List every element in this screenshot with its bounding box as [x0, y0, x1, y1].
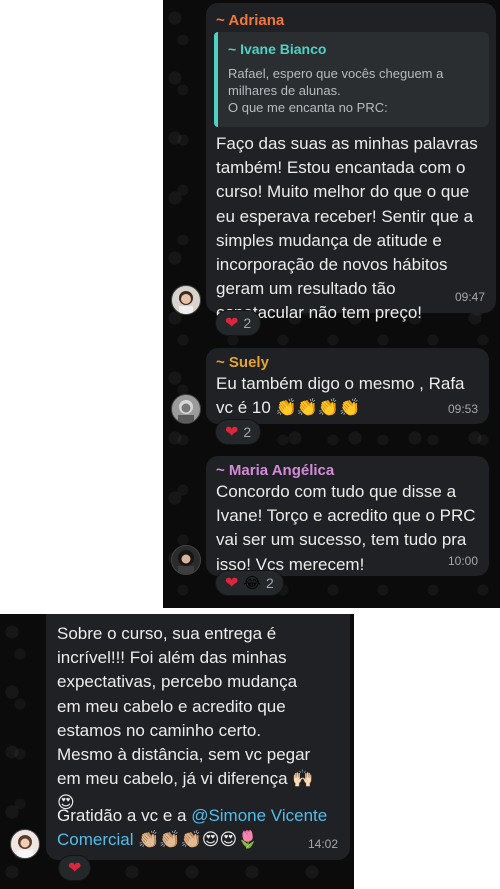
message-time: 09:53 — [447, 402, 478, 416]
heart-icon: ❤ — [225, 315, 239, 332]
message-bubble-adriana[interactable]: ~ Adriana ~ Ivane Bianco Rafael, espero … — [206, 3, 496, 322]
message-time: 10:00 — [447, 554, 478, 568]
reactions-pill[interactable]: ❤ 2 — [215, 419, 262, 445]
chat-panel-bottom: Sobre o curso, sua entrega é incrível!!!… — [0, 614, 354, 889]
avatar-suely[interactable] — [171, 394, 201, 424]
heart-icon: ❤ — [225, 424, 239, 441]
quote-text: Rafael, espero que vocês cheguem a milha… — [228, 66, 444, 115]
laughing-face-icon: 😂 — [243, 575, 261, 592]
chat-panel-top: ~ Adriana ~ Ivane Bianco Rafael, espero … — [163, 0, 500, 608]
quote-author: ~ Ivane Bianco — [228, 41, 327, 57]
mention-link-continued[interactable]: Comercial — [57, 830, 134, 849]
message-bubble-maria-angelica[interactable]: ~ Maria Angélica Concordo com tudo que d… — [206, 456, 489, 576]
sender-name[interactable]: ~ Maria Angélica — [216, 462, 334, 479]
avatar-maria-angelica[interactable] — [171, 545, 201, 575]
message-text: Concordo com tudo que disse a Ivane! Tor… — [216, 482, 476, 574]
reaction-count: 2 — [265, 575, 274, 591]
message-time: 09:47 — [454, 290, 485, 304]
message-bubble-suely[interactable]: ~ Suely Eu também digo o mesmo , Rafa vc… — [206, 348, 489, 424]
avatar-adriana[interactable] — [171, 285, 201, 315]
mention-link[interactable]: @Simone Vicente — [191, 806, 327, 825]
reaction-count: 2 — [243, 315, 252, 331]
message-text: Eu também digo o mesmo , Rafa vc é 10 👏👏… — [216, 374, 465, 418]
message-bubble-continued[interactable]: Sobre o curso, sua entrega é incrível!!!… — [46, 614, 350, 860]
trailing-emoji: 👏🏼👏🏼👏🏼😍😍🌷 — [133, 830, 259, 850]
message-text-prefix: Gratidão a vc e a — [57, 806, 192, 825]
avatar-sender[interactable] — [10, 829, 40, 859]
reactions-pill[interactable]: ❤ 2 — [215, 310, 262, 336]
message-time: 14:02 — [307, 837, 338, 851]
message-text: Sobre o curso, sua entrega é incrível!!!… — [57, 624, 314, 813]
reaction-count: 2 — [243, 424, 252, 440]
quoted-message[interactable]: ~ Ivane Bianco Rafael, espero que vocês … — [214, 32, 489, 127]
heart-icon: ❤ — [68, 860, 82, 877]
sender-name[interactable]: ~ Suely — [216, 354, 269, 371]
sender-name[interactable]: ~ Adriana — [216, 12, 284, 29]
reactions-pill[interactable]: ❤ 😂 2 — [215, 570, 284, 596]
message-text-with-mention: Gratidão a vc e a @Simone Vicente Comerc… — [57, 804, 347, 852]
reactions-pill[interactable]: ❤ — [58, 855, 92, 881]
quote-accent-bar — [214, 32, 218, 127]
heart-icon: ❤ — [225, 575, 239, 592]
message-text: Faço das suas as minhas palavras também!… — [216, 134, 478, 323]
